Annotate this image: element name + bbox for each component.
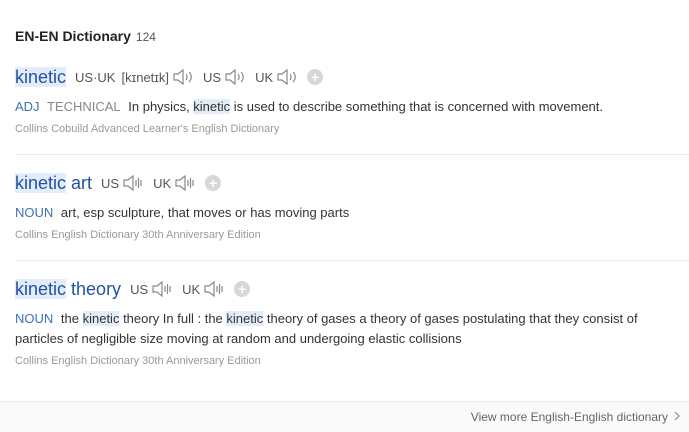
- usage-tag: TECHNICAL: [46, 99, 121, 114]
- entry-kinetic-theory: kinetic theory US UK + NOUN the kinetic …: [15, 278, 689, 367]
- result-count: 124: [135, 30, 156, 44]
- definition: NOUN art, esp sculpture, that moves or h…: [15, 203, 689, 223]
- phonetic-label: US·UK: [75, 69, 116, 85]
- definition-text: the: [60, 311, 83, 326]
- plus-icon[interactable]: +: [205, 175, 222, 191]
- entry-kinetic-art: kinetic art US UK + NOUN art, esp sculpt…: [15, 172, 689, 241]
- us-label: US: [101, 175, 120, 191]
- phonetic: [kɪnetɪk]: [121, 69, 170, 85]
- headword[interactable]: kinetic: [15, 66, 67, 88]
- definition-text: theory In full : the: [119, 311, 227, 326]
- speaker-icon[interactable]: [151, 280, 173, 298]
- dictionary-title: EN-EN Dictionary: [15, 28, 131, 44]
- definition: ADJ TECHNICAL In physics, kinetic is use…: [15, 97, 689, 117]
- speaker-icon[interactable]: [122, 174, 144, 192]
- definition-text: In physics,: [128, 99, 194, 114]
- uk-label: UK: [182, 281, 201, 297]
- uk-label: UK: [255, 69, 274, 85]
- entry-kinetic: kinetic US·UK [kɪnetɪk] US UK + ADJ TECH…: [15, 66, 689, 135]
- plus-icon[interactable]: +: [307, 69, 324, 85]
- footer: View more English-English dictionary: [0, 401, 689, 432]
- plus-icon[interactable]: +: [234, 281, 251, 297]
- source: Collins English Dictionary 30th Annivers…: [15, 355, 261, 367]
- definition: NOUN the kinetic theory In full : the ki…: [15, 309, 689, 349]
- uk-label: UK: [153, 175, 172, 191]
- us-label: US: [203, 69, 222, 85]
- headword[interactable]: kinetic art: [15, 172, 92, 194]
- us-label: US: [130, 281, 149, 297]
- definition-highlight: kinetic: [193, 99, 231, 114]
- part-of-speech: NOUN: [15, 205, 54, 220]
- view-more-label: View more English-English dictionary: [470, 410, 668, 424]
- chevron-right-icon: [674, 410, 680, 424]
- speaker-icon[interactable]: [276, 68, 298, 86]
- source: Collins Cobuild Advanced Learner's Engli…: [15, 123, 280, 135]
- divider: [15, 260, 689, 261]
- definition-text: art, esp sculpture, that moves or has mo…: [60, 205, 350, 220]
- definition-text: is used to describe something that is co…: [230, 99, 604, 114]
- speaker-icon[interactable]: [172, 68, 194, 86]
- part-of-speech: ADJ: [15, 99, 40, 114]
- divider: [15, 154, 689, 155]
- speaker-icon[interactable]: [203, 280, 225, 298]
- headword[interactable]: kinetic theory: [15, 278, 121, 300]
- source: Collins English Dictionary 30th Annivers…: [15, 229, 261, 241]
- definition-highlight: kinetic: [82, 311, 120, 326]
- speaker-icon[interactable]: [224, 68, 246, 86]
- view-more-link[interactable]: View more English-English dictionary: [471, 410, 680, 424]
- dictionary-header: EN-EN Dictionary 124: [15, 28, 156, 44]
- speaker-icon[interactable]: [174, 174, 196, 192]
- part-of-speech: NOUN: [15, 311, 54, 326]
- definition-highlight: kinetic: [226, 311, 264, 326]
